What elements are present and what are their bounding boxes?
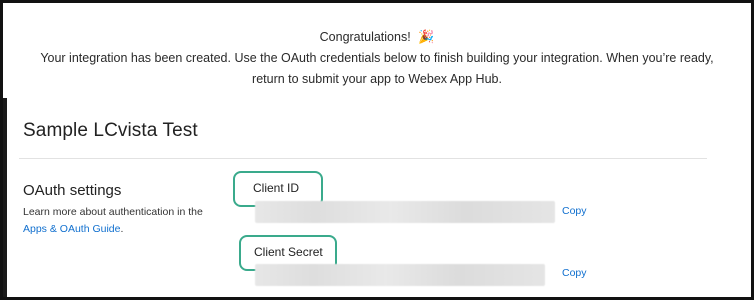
- page-title: Sample LCvista Test: [23, 120, 198, 141]
- banner-message-line1: Your integration has been created. Use t…: [40, 51, 714, 65]
- client-id-label: Client ID: [253, 181, 300, 195]
- app-window: Congratulations! 🎉 Your integration has …: [0, 0, 754, 300]
- party-popper-icon: 🎉: [418, 29, 435, 44]
- banner-message-line2: return to submit your app to Webex App H…: [252, 72, 502, 86]
- copy-client-id-button[interactable]: Copy: [562, 205, 587, 217]
- apps-oauth-guide-link[interactable]: Apps & OAuth Guide: [23, 223, 120, 235]
- oauth-desc-text: Learn more about authentication in the: [23, 206, 203, 218]
- oauth-settings-description: Learn more about authentication in the A…: [23, 204, 223, 238]
- copy-client-secret-button[interactable]: Copy: [562, 267, 587, 279]
- banner-heading: Congratulations!: [319, 30, 411, 44]
- client-secret-value-redacted: [255, 264, 545, 286]
- divider: [19, 158, 707, 159]
- oauth-desc-end: .: [120, 223, 124, 235]
- left-edge-bar: [3, 98, 7, 297]
- client-id-value-redacted: [255, 201, 555, 223]
- oauth-settings-heading: OAuth settings: [23, 182, 122, 199]
- client-secret-label: Client Secret: [254, 245, 323, 259]
- success-banner: Congratulations! 🎉 Your integration has …: [6, 6, 748, 98]
- banner-heading-line: Congratulations! 🎉: [6, 6, 748, 48]
